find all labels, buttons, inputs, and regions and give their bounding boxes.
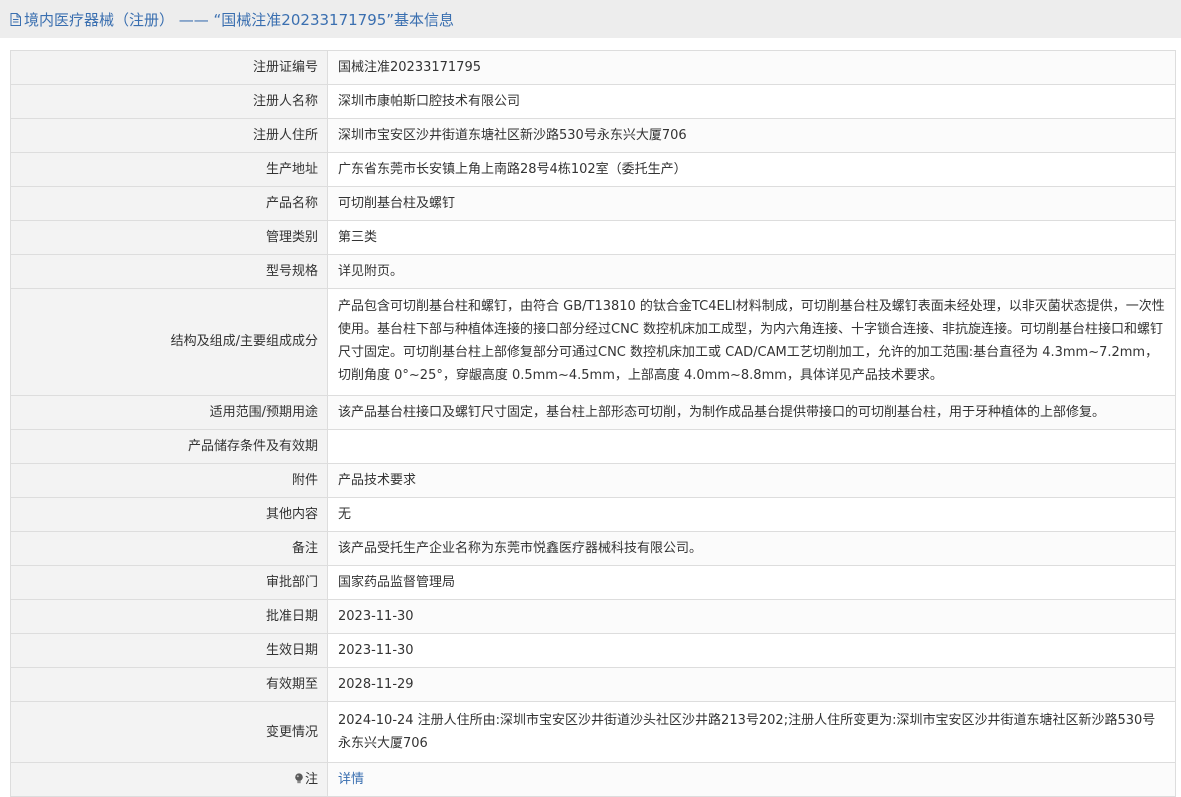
row-label: 管理类别 [10, 220, 328, 255]
row-value: 国家药品监督管理局 [327, 565, 1176, 600]
row-value: 产品技术要求 [327, 463, 1176, 498]
row-value: 第三类 [327, 220, 1176, 255]
row-label: 适用范围/预期用途 [10, 395, 328, 430]
table-row: 审批部门 国家药品监督管理局 [10, 565, 1176, 600]
table-row: 型号规格 详见附页。 [10, 254, 1176, 289]
row-label: 审批部门 [10, 565, 328, 600]
row-label: 结构及组成/主要组成成分 [10, 288, 328, 396]
table-row: 产品储存条件及有效期 [10, 429, 1176, 464]
row-value: 该产品基台柱接口及螺钉尺寸固定，基台柱上部形态可切削，为制作成品基台提供带接口的… [327, 395, 1176, 430]
table-row: 注册证编号 国械注准20233171795 [10, 50, 1176, 85]
row-value: 国械注准20233171795 [327, 50, 1176, 85]
note-label: 注 [304, 772, 318, 787]
row-label: 注册人住所 [10, 118, 328, 153]
row-value: 广东省东莞市长安镇上角上南路28号4栋102室（委托生产） [327, 152, 1176, 187]
page-title: 境内医疗器械（注册） —— “国械注准20233171795”基本信息 [24, 10, 455, 29]
table-row: 批准日期 2023-11-30 [10, 599, 1176, 634]
row-label: 附件 [10, 463, 328, 498]
row-value: 详见附页。 [327, 254, 1176, 289]
note-value: 详情 [327, 762, 1176, 797]
row-label: 有效期至 [10, 667, 328, 702]
table-row: 其他内容 无 [10, 497, 1176, 532]
document-icon [10, 12, 21, 26]
table-row: 注册人名称 深圳市康帕斯口腔技术有限公司 [10, 84, 1176, 119]
page-header: 境内医疗器械（注册） —— “国械注准20233171795”基本信息 [0, 0, 1181, 38]
table-row: 结构及组成/主要组成成分 产品包含可切削基台柱和螺钉，由符合 GB/T13810… [10, 288, 1176, 396]
row-value: 2023-11-30 [327, 633, 1176, 668]
row-label: 生效日期 [10, 633, 328, 668]
row-value [327, 429, 1176, 464]
table-row: 管理类别 第三类 [10, 220, 1176, 255]
table-row: 附件 产品技术要求 [10, 463, 1176, 498]
table-row: 适用范围/预期用途 该产品基台柱接口及螺钉尺寸固定，基台柱上部形态可切削，为制作… [10, 395, 1176, 430]
row-label: 型号规格 [10, 254, 328, 289]
row-label: 变更情况 [10, 701, 328, 763]
row-value: 2024-10-24 注册人住所由:深圳市宝安区沙井街道沙头社区沙井路213号2… [327, 701, 1176, 763]
table-row: 产品名称 可切削基台柱及螺钉 [10, 186, 1176, 221]
row-label: 注册人名称 [10, 84, 328, 119]
table-row: 注册人住所 深圳市宝安区沙井街道东塘社区新沙路530号永东兴大厦706 [10, 118, 1176, 153]
row-value: 产品包含可切削基台柱和螺钉，由符合 GB/T13810 的钛合金TC4ELI材料… [327, 288, 1176, 396]
table-row: 生效日期 2023-11-30 [10, 633, 1176, 668]
table-row: 变更情况 2024-10-24 注册人住所由:深圳市宝安区沙井街道沙头社区沙井路… [10, 701, 1176, 763]
table-row: 生产地址 广东省东莞市长安镇上角上南路28号4栋102室（委托生产） [10, 152, 1176, 187]
note-label-cell: 注 [10, 762, 328, 797]
row-value: 无 [327, 497, 1176, 532]
row-value: 该产品受托生产企业名称为东莞市悦鑫医疗器械科技有限公司。 [327, 531, 1176, 566]
row-label: 产品名称 [10, 186, 328, 221]
note-row: 注 详情 [10, 762, 1176, 797]
row-value: 深圳市宝安区沙井街道东塘社区新沙路530号永东兴大厦706 [327, 118, 1176, 153]
row-value: 深圳市康帕斯口腔技术有限公司 [327, 84, 1176, 119]
row-label: 批准日期 [10, 599, 328, 634]
details-link[interactable]: 详情 [338, 772, 364, 787]
row-value: 2023-11-30 [327, 599, 1176, 634]
table-row: 有效期至 2028-11-29 [10, 667, 1176, 702]
table-row: 备注 该产品受托生产企业名称为东莞市悦鑫医疗器械科技有限公司。 [10, 531, 1176, 566]
row-value: 2028-11-29 [327, 667, 1176, 702]
row-label: 其他内容 [10, 497, 328, 532]
row-label: 产品储存条件及有效期 [10, 429, 328, 464]
row-value: 可切削基台柱及螺钉 [327, 186, 1176, 221]
lightbulb-icon [295, 773, 303, 784]
row-label: 注册证编号 [10, 50, 328, 85]
row-label: 生产地址 [10, 152, 328, 187]
row-label: 备注 [10, 531, 328, 566]
info-table: 注册证编号 国械注准20233171795 注册人名称 深圳市康帕斯口腔技术有限… [10, 50, 1176, 797]
